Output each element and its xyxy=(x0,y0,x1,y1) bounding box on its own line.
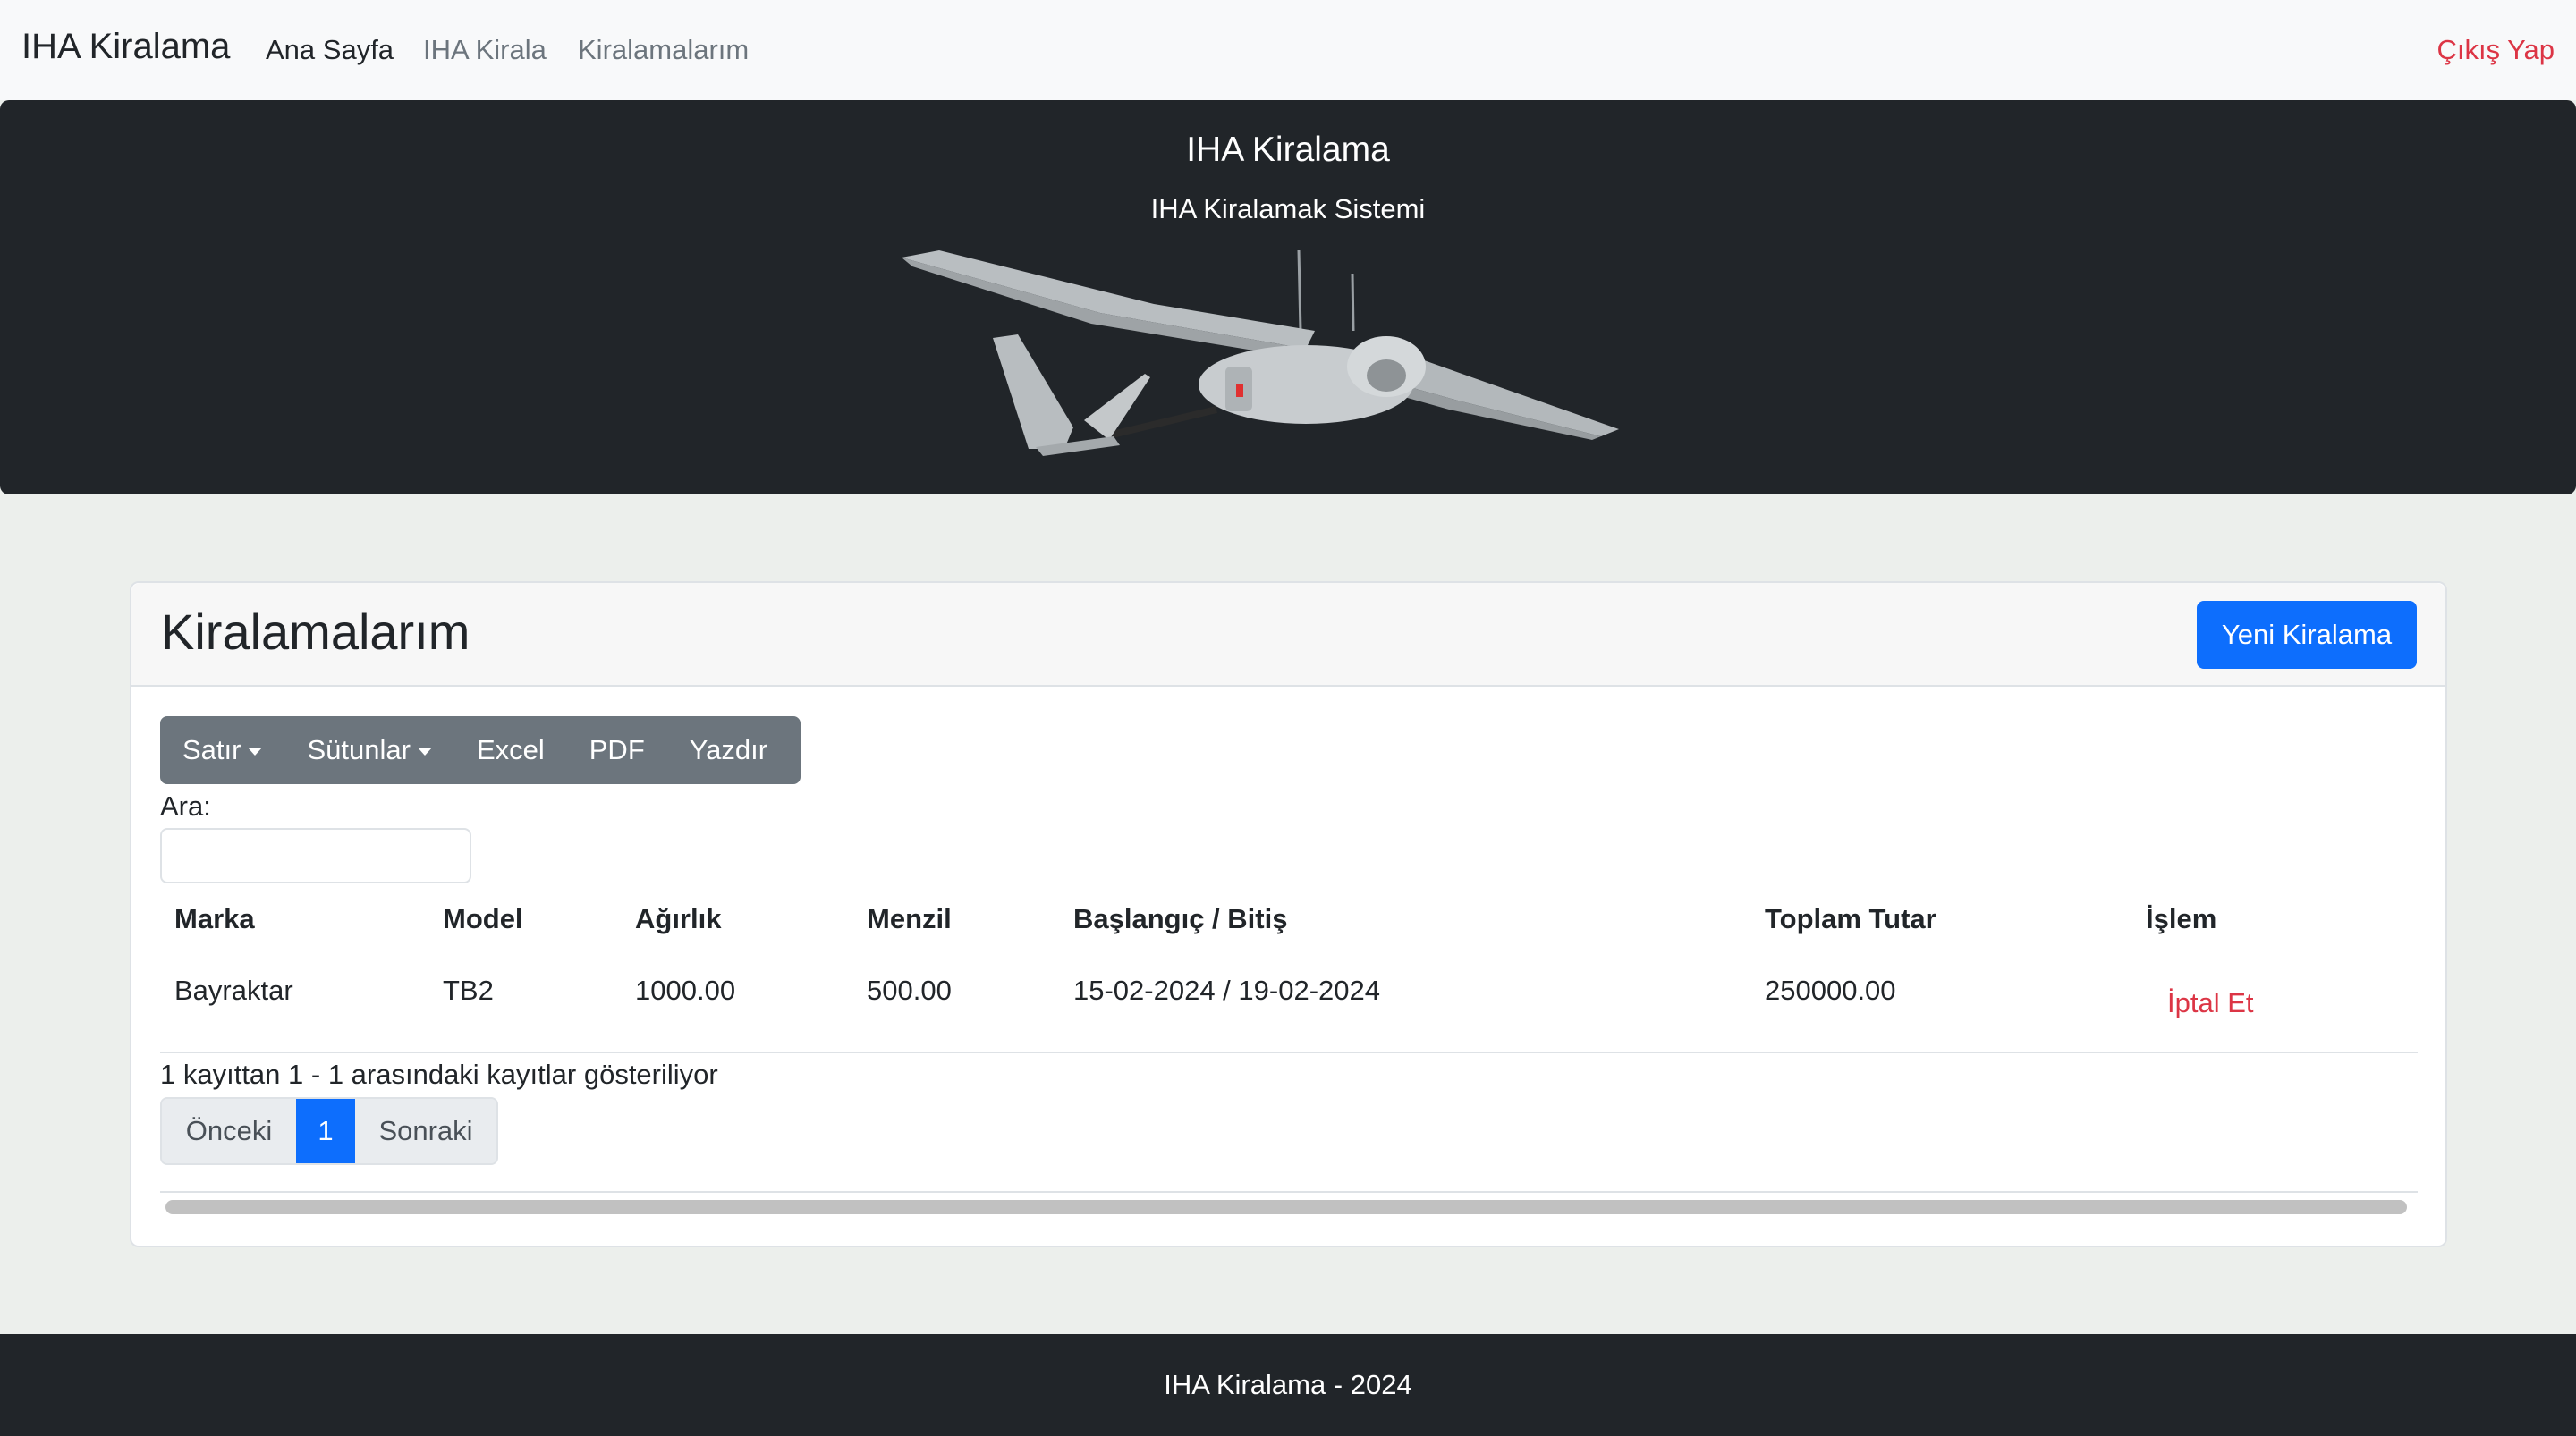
rentals-card: Kiralamalarım Yeni Kiralama Satır Sütunl… xyxy=(130,581,2447,1247)
pagination: Önceki 1 Sonraki xyxy=(160,1097,498,1165)
horizontal-scrollbar[interactable] xyxy=(165,1200,2407,1214)
column-header-weight[interactable]: Ağırlık xyxy=(635,903,721,935)
nav-link-home[interactable]: Ana Sayfa xyxy=(266,34,394,66)
hero-subtitle: IHA Kiralamak Sistemi xyxy=(1150,193,1426,224)
rows-dropdown-label: Satır xyxy=(182,734,242,765)
search-label: Ara: xyxy=(160,790,211,822)
export-toolbar: Satır Sütunlar Excel PDF Yazdır xyxy=(160,716,801,784)
new-rental-button[interactable]: Yeni Kiralama xyxy=(2197,601,2417,669)
cell-model: TB2 xyxy=(443,975,494,1006)
row-divider xyxy=(160,1052,2418,1053)
cell-range: 500.00 xyxy=(867,975,952,1006)
caret-down-icon xyxy=(417,747,432,756)
navbar: IHA Kiralama Ana Sayfa IHA Kirala Kirala… xyxy=(0,0,2576,100)
column-header-brand[interactable]: Marka xyxy=(174,903,255,935)
table-info: 1 kayıttan 1 - 1 arasındaki kayıtlar gös… xyxy=(160,1059,718,1090)
column-header-range[interactable]: Menzil xyxy=(867,903,952,935)
hero-title: IHA Kiralama xyxy=(1186,131,1390,169)
cell-total: 250000.00 xyxy=(1765,975,1896,1006)
pdf-button[interactable]: PDF xyxy=(567,716,667,784)
columns-dropdown-label: Sütunlar xyxy=(307,734,411,765)
pagination-next[interactable]: Sonraki xyxy=(355,1099,496,1163)
navbar-brand[interactable]: IHA Kiralama xyxy=(21,27,230,67)
print-button[interactable]: Yazdır xyxy=(667,716,790,784)
column-header-model[interactable]: Model xyxy=(443,903,523,935)
cell-brand: Bayraktar xyxy=(174,975,293,1006)
card-header: Kiralamalarım Yeni Kiralama xyxy=(131,583,2445,687)
columns-dropdown-button[interactable]: Sütunlar xyxy=(284,716,453,784)
cancel-rental-link[interactable]: İptal Et xyxy=(2167,987,2254,1019)
rows-dropdown-button[interactable]: Satır xyxy=(160,716,284,784)
column-header-total[interactable]: Toplam Tutar xyxy=(1765,903,1936,935)
pagination-page-1[interactable]: 1 xyxy=(296,1099,355,1163)
card-title: Kiralamalarım xyxy=(161,604,470,660)
scroll-divider xyxy=(160,1191,2418,1193)
caret-down-icon xyxy=(248,747,263,756)
footer: IHA Kiralama - 2024 xyxy=(0,1334,2576,1436)
drone-image xyxy=(902,249,1619,456)
footer-text: IHA Kiralama - 2024 xyxy=(1164,1369,1412,1400)
cell-weight: 1000.00 xyxy=(635,975,736,1006)
excel-button[interactable]: Excel xyxy=(454,716,567,784)
nav-link-my-rentals[interactable]: Kiralamalarım xyxy=(578,34,749,66)
search-input[interactable] xyxy=(160,828,471,883)
cell-dates: 15-02-2024 / 19-02-2024 xyxy=(1073,975,1380,1006)
nav-link-rent[interactable]: IHA Kirala xyxy=(423,34,547,66)
column-header-action[interactable]: İşlem xyxy=(2146,903,2216,935)
pagination-previous[interactable]: Önceki xyxy=(162,1099,296,1163)
logout-link[interactable]: Çıkış Yap xyxy=(2436,34,2555,66)
column-header-dates[interactable]: Başlangıç / Bitiş xyxy=(1073,903,1287,935)
